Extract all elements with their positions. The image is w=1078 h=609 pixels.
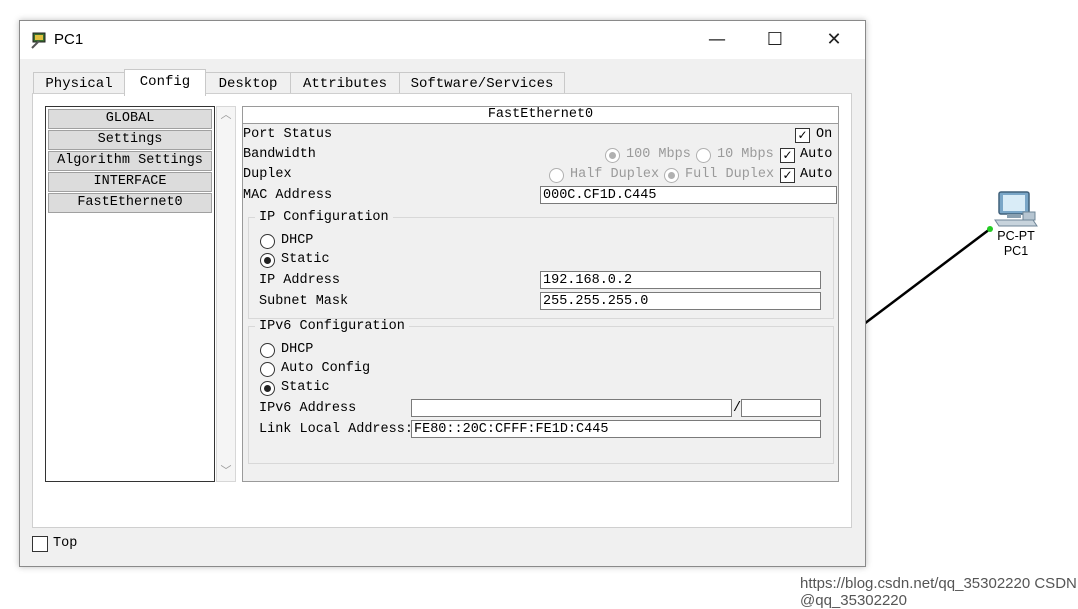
ip-dhcp-label: DHCP	[281, 233, 314, 248]
duplex-label: Duplex	[243, 167, 292, 182]
ipv6-prefix-separator: /	[733, 401, 742, 416]
device-name-label: PC1	[1003, 244, 1029, 258]
top-checkbox[interactable]	[32, 536, 48, 552]
scroll-down-icon[interactable]: ﹀	[217, 463, 235, 481]
panel-header: FastEthernet0	[243, 107, 838, 124]
top-label: Top	[53, 536, 78, 551]
list-scrollbar[interactable]: ︿ ﹀	[216, 106, 236, 482]
scroll-up-icon[interactable]: ︿	[217, 107, 235, 125]
ipv6-auto-config-label: Auto Config	[281, 361, 371, 376]
bandwidth-10-label: 10 Mbps	[717, 147, 774, 162]
bandwidth-100-label: 100 Mbps	[626, 147, 691, 162]
config-category-list: GLOBAL Settings Algorithm Settings INTER…	[45, 106, 215, 482]
bandwidth-auto-checkbox[interactable]: ✓	[780, 148, 795, 163]
ip-dhcp-radio[interactable]	[260, 234, 275, 249]
port-status-label: Port Status	[243, 127, 333, 142]
maximize-button[interactable]: ☐	[764, 29, 786, 51]
list-item-settings[interactable]: Settings	[48, 130, 212, 150]
ipv6-configuration-group	[248, 326, 834, 464]
list-item-algorithm-settings[interactable]: Algorithm Settings	[48, 151, 212, 171]
tab-attributes[interactable]: Attributes	[290, 72, 400, 95]
port-status-checkbox[interactable]: ✓	[795, 128, 810, 143]
bandwidth-100-radio[interactable]	[605, 148, 620, 163]
device-config-window: PC1 — ☐ ✕ Physical Config Desktop Attrib…	[19, 20, 866, 567]
list-item-interface[interactable]: INTERFACE	[48, 172, 212, 192]
duplex-half-label: Half Duplex	[570, 167, 660, 182]
bandwidth-10-radio[interactable]	[696, 148, 711, 163]
bandwidth-label: Bandwidth	[243, 147, 316, 162]
ip-address-field[interactable]: 192.168.0.2	[540, 271, 821, 289]
ipv6-dhcp-label: DHCP	[281, 342, 314, 357]
ip-configuration-title: IP Configuration	[255, 210, 393, 225]
window-title: PC1	[54, 31, 84, 48]
ipv6-auto-config-radio[interactable]	[260, 362, 275, 377]
watermark: https://blog.csdn.net/qq_35302220 CSDN @…	[800, 575, 1077, 609]
duplex-auto-label: Auto	[800, 167, 833, 182]
ipv6-prefix-field[interactable]	[741, 399, 821, 417]
subnet-mask-label: Subnet Mask	[259, 294, 349, 309]
minimize-button[interactable]: —	[706, 29, 728, 51]
duplex-auto-checkbox[interactable]: ✓	[780, 168, 795, 183]
ipv6-configuration-title: IPv6 Configuration	[255, 319, 409, 334]
duplex-full-radio[interactable]	[664, 168, 679, 183]
mac-address-label: MAC Address	[243, 188, 333, 203]
tab-config[interactable]: Config	[124, 69, 206, 96]
ip-address-label: IP Address	[259, 273, 341, 288]
ip-static-label: Static	[281, 252, 330, 267]
pc-device-label[interactable]: PC-PT PC1	[990, 229, 1042, 259]
ipv6-address-field[interactable]	[411, 399, 732, 417]
close-button[interactable]: ✕	[823, 29, 845, 51]
subnet-mask-field[interactable]: 255.255.255.0	[540, 292, 821, 310]
duplex-half-radio[interactable]	[549, 168, 564, 183]
ipv6-static-radio[interactable]	[260, 381, 275, 396]
link-local-address-field[interactable]: FE80::20C:CFFF:FE1D:C445	[411, 420, 821, 438]
mac-address-field[interactable]: 000C.CF1D.C445	[540, 186, 837, 204]
list-item-fastethernet0[interactable]: FastEthernet0	[48, 193, 212, 213]
bandwidth-auto-label: Auto	[800, 147, 833, 162]
device-type-label: PC-PT	[997, 229, 1035, 243]
pc-device-icon[interactable]	[993, 190, 1039, 230]
tab-software-services[interactable]: Software/Services	[399, 72, 565, 95]
tab-physical[interactable]: Physical	[33, 72, 125, 95]
ip-static-radio[interactable]	[260, 253, 275, 268]
app-icon	[31, 32, 46, 49]
ipv6-dhcp-radio[interactable]	[260, 343, 275, 358]
ipv6-address-label: IPv6 Address	[259, 401, 357, 416]
port-status-on-label: On	[816, 127, 833, 142]
title-bar[interactable]: PC1 — ☐ ✕	[20, 21, 865, 59]
list-item-global[interactable]: GLOBAL	[48, 109, 212, 129]
duplex-full-label: Full Duplex	[685, 167, 775, 182]
tab-desktop[interactable]: Desktop	[205, 72, 291, 95]
link-local-address-label: Link Local Address:	[259, 422, 413, 437]
ipv6-static-label: Static	[281, 380, 330, 395]
interface-settings-panel: FastEthernet0 Port Status ✓ On Bandwidth…	[242, 106, 839, 482]
